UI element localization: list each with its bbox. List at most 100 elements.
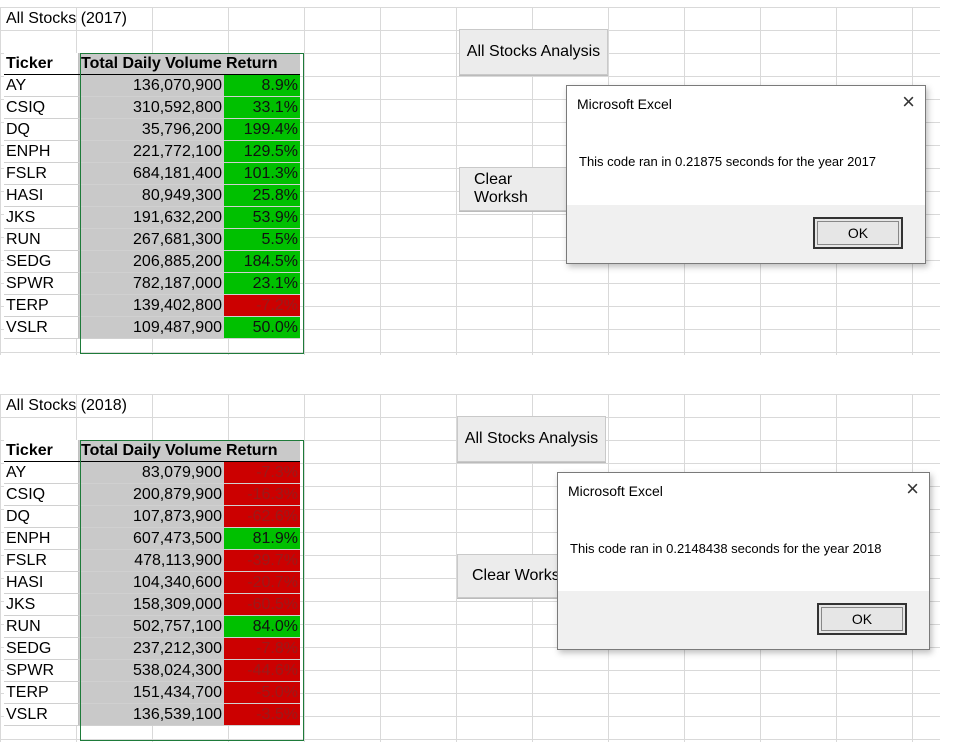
return-cell[interactable]: 8.9% — [224, 74, 300, 97]
ticker-cell[interactable]: FSLR — [4, 549, 79, 572]
volume-cell[interactable]: 191,632,200 — [78, 206, 224, 229]
ticker-cell[interactable]: DQ — [4, 118, 79, 141]
ticker-cell[interactable]: HASI — [4, 571, 79, 594]
return-cell[interactable]: 50.0% — [224, 316, 300, 339]
header-ticker[interactable]: Ticker — [4, 53, 79, 75]
header-ticker[interactable]: Ticker — [4, 440, 79, 462]
volume-cell[interactable]: 237,212,300 — [78, 637, 224, 660]
table-row: JKS 191,632,200 53.9% — [4, 206, 300, 229]
header-return[interactable]: Return — [224, 440, 300, 462]
volume-cell[interactable]: 538,024,300 — [78, 659, 224, 682]
ticker-cell[interactable]: TERP — [4, 681, 79, 704]
table-row: SEDG 206,885,200 184.5% — [4, 250, 300, 273]
return-cell[interactable]: 199.4% — [224, 118, 300, 141]
ticker-cell[interactable]: JKS — [4, 593, 79, 616]
ticker-cell[interactable]: VSLR — [4, 703, 79, 726]
volume-cell[interactable]: 607,473,500 — [78, 527, 224, 550]
ticker-cell[interactable]: HASI — [4, 184, 79, 207]
volume-cell[interactable]: 158,309,000 — [78, 593, 224, 616]
table-row: HASI 104,340,600 -20.7% — [4, 571, 300, 594]
return-cell[interactable]: 129.5% — [224, 140, 300, 163]
ticker-cell[interactable]: TERP — [4, 294, 79, 317]
volume-cell[interactable]: 267,681,300 — [78, 228, 224, 251]
volume-cell[interactable]: 104,340,600 — [78, 571, 224, 594]
volume-cell[interactable]: 139,402,800 — [78, 294, 224, 317]
stock-table-2017: Ticker Total Daily Volume Return AY 136,0… — [4, 53, 300, 339]
ticker-cell[interactable]: SPWR — [4, 272, 79, 295]
return-cell[interactable]: -7.3% — [224, 461, 300, 484]
ticker-cell[interactable]: JKS — [4, 206, 79, 229]
return-cell[interactable]: -44.6% — [224, 659, 300, 682]
ticker-cell[interactable]: SPWR — [4, 659, 79, 682]
table-row: AY 83,079,900 -7.3% — [4, 461, 300, 484]
table-row: DQ 107,873,900 -62.6% — [4, 505, 300, 528]
ticker-cell[interactable]: AY — [4, 461, 79, 484]
table-row: CSIQ 310,592,800 33.1% — [4, 96, 300, 119]
table-row: VSLR 136,539,100 -3.5% — [4, 703, 300, 726]
volume-cell[interactable]: 478,113,900 — [78, 549, 224, 572]
header-volume[interactable]: Total Daily Volume — [78, 53, 224, 75]
return-cell[interactable]: -5.0% — [224, 681, 300, 704]
return-cell[interactable]: -20.7% — [224, 571, 300, 594]
ticker-cell[interactable]: RUN — [4, 228, 79, 251]
return-cell[interactable]: -60.5% — [224, 593, 300, 616]
ticker-cell[interactable]: RUN — [4, 615, 79, 638]
volume-cell[interactable]: 206,885,200 — [78, 250, 224, 273]
return-cell[interactable]: -3.5% — [224, 703, 300, 726]
volume-cell[interactable]: 83,079,900 — [78, 461, 224, 484]
return-cell[interactable]: 33.1% — [224, 96, 300, 119]
volume-cell[interactable]: 80,949,300 — [78, 184, 224, 207]
return-cell[interactable]: 81.9% — [224, 527, 300, 550]
ticker-cell[interactable]: SEDG — [4, 250, 79, 273]
close-icon[interactable]: × — [906, 477, 919, 501]
clear-worksheet-button-2018[interactable]: Clear Works — [457, 554, 561, 598]
volume-cell[interactable]: 221,772,100 — [78, 140, 224, 163]
return-cell[interactable]: 53.9% — [224, 206, 300, 229]
ticker-cell[interactable]: VSLR — [4, 316, 79, 339]
volume-cell[interactable]: 109,487,900 — [78, 316, 224, 339]
return-cell[interactable]: 84.0% — [224, 615, 300, 638]
table-row: SPWR 782,187,000 23.1% — [4, 272, 300, 295]
all-stocks-analysis-button-2018[interactable]: All Stocks Analysis — [457, 416, 606, 462]
header-volume[interactable]: Total Daily Volume — [78, 440, 224, 462]
ticker-cell[interactable]: CSIQ — [4, 483, 79, 506]
close-icon[interactable]: × — [902, 90, 915, 114]
volume-cell[interactable]: 782,187,000 — [78, 272, 224, 295]
ticker-cell[interactable]: FSLR — [4, 162, 79, 185]
volume-cell[interactable]: 136,539,100 — [78, 703, 224, 726]
volume-cell[interactable]: 107,873,900 — [78, 505, 224, 528]
volume-cell[interactable]: 684,181,400 — [78, 162, 224, 185]
clear-worksheet-button-2017[interactable]: Clear Worksh — [459, 167, 569, 211]
ticker-cell[interactable]: DQ — [4, 505, 79, 528]
ok-button[interactable]: OK — [817, 603, 907, 635]
return-cell[interactable]: 5.5% — [224, 228, 300, 251]
volume-cell[interactable]: 35,796,200 — [78, 118, 224, 141]
return-cell[interactable]: -7.2% — [224, 294, 300, 317]
volume-cell[interactable]: 310,592,800 — [78, 96, 224, 119]
volume-cell[interactable]: 151,434,700 — [78, 681, 224, 704]
table-row: RUN 267,681,300 5.5% — [4, 228, 300, 251]
all-stocks-analysis-button-2017[interactable]: All Stocks Analysis — [459, 29, 608, 75]
table-body-2017: AY 136,070,900 8.9% CSIQ 310,592,800 33.1% DQ 3… — [4, 74, 300, 339]
return-cell[interactable]: 101.3% — [224, 162, 300, 185]
return-cell[interactable]: -16.3% — [224, 483, 300, 506]
return-cell[interactable]: 23.1% — [224, 272, 300, 295]
return-cell[interactable]: -7.8% — [224, 637, 300, 660]
volume-cell[interactable]: 502,757,100 — [78, 615, 224, 638]
volume-cell[interactable]: 136,070,900 — [78, 74, 224, 97]
ticker-cell[interactable]: ENPH — [4, 527, 79, 550]
ticker-cell[interactable]: ENPH — [4, 140, 79, 163]
return-cell[interactable]: -62.6% — [224, 505, 300, 528]
ticker-cell[interactable]: AY — [4, 74, 79, 97]
return-cell[interactable]: 25.8% — [224, 184, 300, 207]
return-cell[interactable]: -39.7% — [224, 549, 300, 572]
table-row: SEDG 237,212,300 -7.8% — [4, 637, 300, 660]
header-return[interactable]: Return — [224, 53, 300, 75]
stock-table-2018: Ticker Total Daily Volume Return AY 83,07… — [4, 440, 300, 726]
dialog-footer: OK — [558, 591, 929, 649]
ticker-cell[interactable]: SEDG — [4, 637, 79, 660]
return-cell[interactable]: 184.5% — [224, 250, 300, 273]
ok-button[interactable]: OK — [813, 217, 903, 249]
volume-cell[interactable]: 200,879,900 — [78, 483, 224, 506]
ticker-cell[interactable]: CSIQ — [4, 96, 79, 119]
